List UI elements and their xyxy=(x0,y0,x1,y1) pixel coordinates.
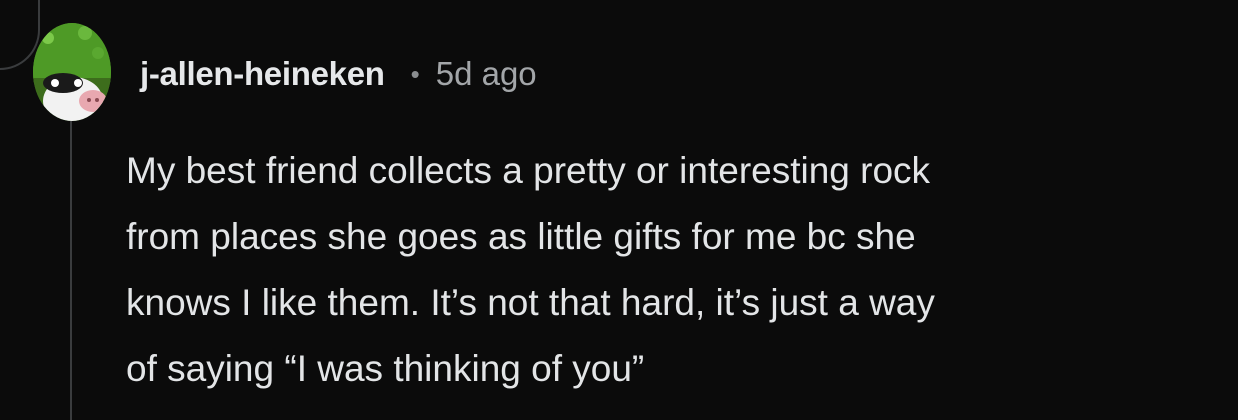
comment-body-line: knows I like them. It’s not that hard, i… xyxy=(126,282,935,323)
username-link[interactable]: j-allen-heineken xyxy=(140,55,385,93)
thread-line[interactable] xyxy=(70,120,72,420)
user-avatar-cow-icon xyxy=(33,23,111,121)
comment-header: j-allen-heineken • 5d ago xyxy=(140,52,537,96)
comment-body: My best friend collects a pretty or inte… xyxy=(126,138,1226,402)
comment-body-line: My best friend collects a pretty or inte… xyxy=(126,150,931,191)
separator-dot: • xyxy=(410,58,420,89)
avatar[interactable] xyxy=(33,23,111,121)
comment-body-line: from places she goes as little gifts for… xyxy=(126,216,916,257)
comment-body-line: of saying “I was thinking of you” xyxy=(126,348,645,389)
comment-timestamp[interactable]: 5d ago xyxy=(436,55,537,93)
